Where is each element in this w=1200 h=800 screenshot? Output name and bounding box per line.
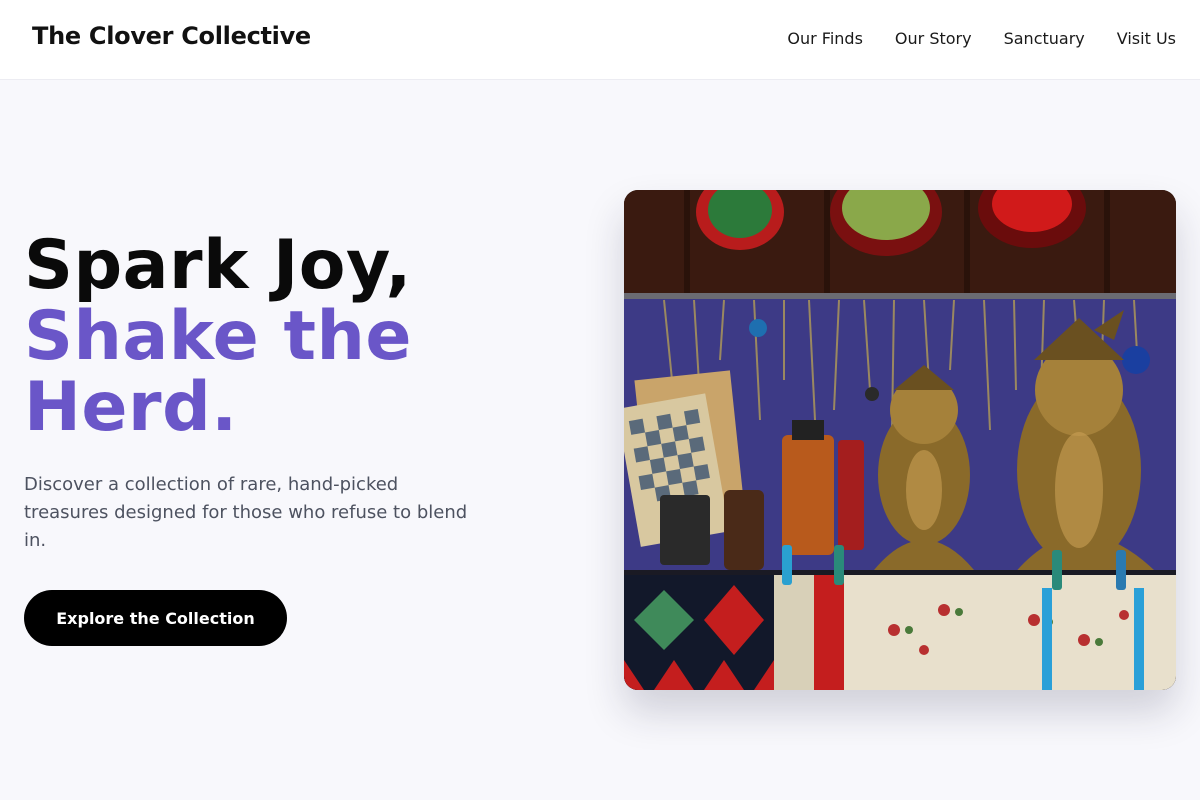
hero-headline: Spark Joy, Shake the Herd. — [24, 230, 494, 443]
hero-image — [624, 190, 1176, 690]
nav-link-sanctuary[interactable]: Sanctuary — [1004, 29, 1085, 49]
main-nav: Our Finds Our Story Sanctuary Visit Us — [787, 29, 1176, 49]
hero-text: Spark Joy, Shake the Herd. Discover a co… — [24, 230, 494, 555]
headline-line-2: Shake the Herd. — [24, 297, 412, 447]
headline-line-1: Spark Joy, — [24, 226, 412, 305]
site-header: The Clover Collective Our Finds Our Stor… — [0, 0, 1200, 80]
brand-logo[interactable]: The Clover Collective — [32, 22, 311, 50]
nav-link-visit-us[interactable]: Visit Us — [1117, 29, 1176, 49]
market-stall-illustration — [624, 190, 1176, 690]
explore-collection-button[interactable]: Explore the Collection — [24, 590, 287, 646]
nav-link-our-story[interactable]: Our Story — [895, 29, 972, 49]
nav-link-our-finds[interactable]: Our Finds — [787, 29, 863, 49]
hero-description: Discover a collection of rare, hand-pick… — [24, 474, 468, 551]
